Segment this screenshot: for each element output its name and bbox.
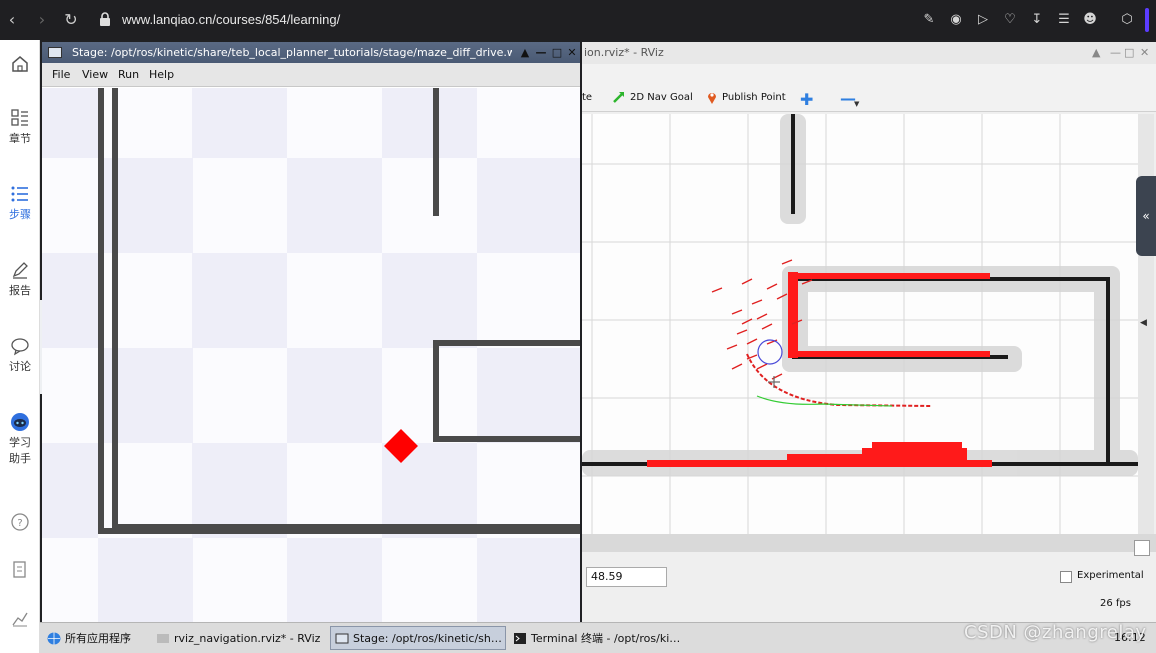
sidebar-item-label: 步骤 (9, 208, 31, 221)
favorite-icon[interactable]: ♡ (1002, 12, 1018, 28)
play-icon[interactable]: ▷ (975, 12, 991, 28)
task-terminal[interactable]: Terminal 终端 - /opt/ros/ki… (508, 626, 686, 650)
menu-help[interactable]: Help (149, 68, 174, 81)
menu-icon[interactable]: ☰ (1056, 12, 1072, 28)
home-icon (12, 56, 28, 72)
task-label: Stage: /opt/ros/kinetic/sh… (353, 632, 502, 645)
nav-goal-arrow-icon (613, 92, 624, 103)
rviz-titlebar[interactable]: ion.rviz* - RViz ▲ — □ ✕ (582, 42, 1156, 64)
steps-icon (11, 186, 28, 202)
collapse-arrow-icon[interactable]: ◀ (1140, 318, 1147, 328)
rviz-app-icon (157, 634, 169, 643)
course-sidebar: 章节 步骤 报告 讨论 学习 助手 ? (0, 40, 40, 653)
sidebar-item-label: 学习 (9, 436, 31, 449)
reload-icon[interactable]: ↻ (61, 10, 81, 30)
sidebar-item-discuss[interactable]: 讨论 (0, 336, 40, 374)
sidebar-toggle[interactable] (1145, 8, 1149, 32)
menu-view[interactable]: View (82, 68, 108, 81)
assistant-icon (11, 413, 29, 431)
window-icon (48, 47, 62, 58)
stage-app-icon (335, 633, 349, 644)
help-icon: ? (11, 513, 29, 531)
sidebar-item-label: 报告 (9, 284, 31, 297)
task-label: rviz_navigation.rviz* - RViz (174, 632, 321, 645)
add-tool-icon[interactable]: ✚ (800, 90, 813, 109)
stage-world-canvas[interactable] (42, 88, 580, 622)
ros-time-field[interactable]: 48.59 (586, 567, 667, 587)
sidebar-item-steps[interactable]: 步骤 (0, 184, 40, 222)
sidebar-item-report[interactable]: 报告 (0, 260, 40, 298)
stage-window: Stage: /opt/ros/kinetic/share/teb_local_… (42, 42, 580, 622)
rviz-window: ion.rviz* - RViz ▲ — □ ✕ te 2D Nav Goal … (582, 42, 1156, 622)
feedback-icon (13, 561, 26, 578)
shade-icon[interactable]: ▲ (518, 42, 532, 63)
right-panel-toggle[interactable]: « (1136, 176, 1156, 256)
publish-point-tool[interactable]: Publish Point (706, 88, 806, 108)
start-menu-button[interactable]: 所有应用程序 (42, 626, 148, 650)
map-pin-icon (708, 93, 716, 104)
publish-point-label: Publish Point (722, 92, 786, 103)
corner-box[interactable] (1134, 540, 1150, 556)
sidebar-item-label: 助手 (9, 452, 31, 465)
menu-run[interactable]: Run (118, 68, 139, 81)
home-button[interactable] (0, 54, 40, 76)
stage-window-title: Stage: /opt/ros/kinetic/share/teb_local_… (72, 46, 512, 59)
feedback-button[interactable] (0, 560, 40, 582)
chapters-icon (11, 109, 28, 126)
maximize-icon[interactable]: □ (550, 42, 564, 63)
rviz-toolbar: te 2D Nav Goal Publish Point ✚ — ▼ (582, 64, 1156, 112)
stage-titlebar[interactable]: Stage: /opt/ros/kinetic/share/teb_local_… (42, 42, 580, 63)
stage-menubar: File View Run Help (42, 63, 580, 87)
checker-tiles (42, 88, 580, 622)
task-rviz[interactable]: rviz_navigation.rviz* - RViz (151, 626, 326, 650)
apps-globe-icon (47, 632, 61, 645)
lock-icon (100, 12, 110, 26)
user-icon[interactable]: ☻ (1082, 12, 1098, 28)
sidebar-item-chapters[interactable]: 章节 (0, 108, 40, 146)
maximize-icon[interactable]: □ (1124, 42, 1134, 64)
shade-icon[interactable]: ▲ (1092, 42, 1100, 64)
extension-icon[interactable]: ⬡ (1119, 12, 1135, 28)
tool-partial[interactable]: te (582, 92, 592, 103)
address-bar[interactable]: www.lanqiao.cn/courses/854/learning/ (122, 12, 340, 27)
dropdown-icon[interactable]: ▼ (854, 100, 859, 108)
close-icon[interactable]: ✕ (565, 42, 579, 63)
sidebar-item-label: 讨论 (9, 360, 31, 373)
download-icon[interactable]: ↧ (1029, 12, 1045, 28)
chart-icon (12, 612, 28, 627)
browser-bar: ‹ › ↻ www.lanqiao.cn/courses/854/learnin… (0, 0, 1156, 40)
help-button[interactable]: ? (0, 512, 40, 534)
discuss-icon (11, 338, 29, 356)
camera-icon[interactable]: ◉ (948, 12, 964, 28)
minimize-icon[interactable]: — (534, 42, 548, 63)
back-icon[interactable]: ‹ (2, 10, 22, 30)
rviz-3d-view[interactable] (582, 114, 1138, 534)
start-label: 所有应用程序 (65, 632, 131, 645)
nav-goal-label: 2D Nav Goal (630, 92, 693, 103)
stats-button[interactable] (0, 608, 40, 630)
sidebar-item-label: 章节 (9, 132, 31, 145)
minimize-icon[interactable]: — (1110, 42, 1121, 64)
terminal-icon (514, 633, 526, 644)
menu-file[interactable]: File (52, 68, 70, 81)
task-label: Terminal 终端 - /opt/ros/ki… (531, 632, 681, 645)
close-icon[interactable]: ✕ (1140, 42, 1149, 64)
report-icon (12, 262, 28, 279)
hscroll-bar[interactable] (582, 534, 1156, 552)
svg-text:?: ? (17, 518, 22, 529)
fps-readout: 26 fps (1100, 598, 1131, 609)
forward-icon[interactable]: › (32, 10, 52, 30)
sidebar-item-assistant[interactable]: 学习 助手 (0, 412, 40, 466)
experimental-checkbox[interactable] (1060, 571, 1072, 583)
task-stage[interactable]: Stage: /opt/ros/kinetic/sh… (330, 626, 506, 650)
experimental-label: Experimental (1077, 570, 1144, 581)
edit-icon[interactable]: ✎ (921, 12, 937, 28)
rviz-window-title: ion.rviz* - RViz (584, 46, 664, 59)
rviz-time-panel: 48.59 Experimental 26 fps (582, 534, 1156, 622)
watermark: CSDN @zhangrelay (964, 622, 1147, 643)
